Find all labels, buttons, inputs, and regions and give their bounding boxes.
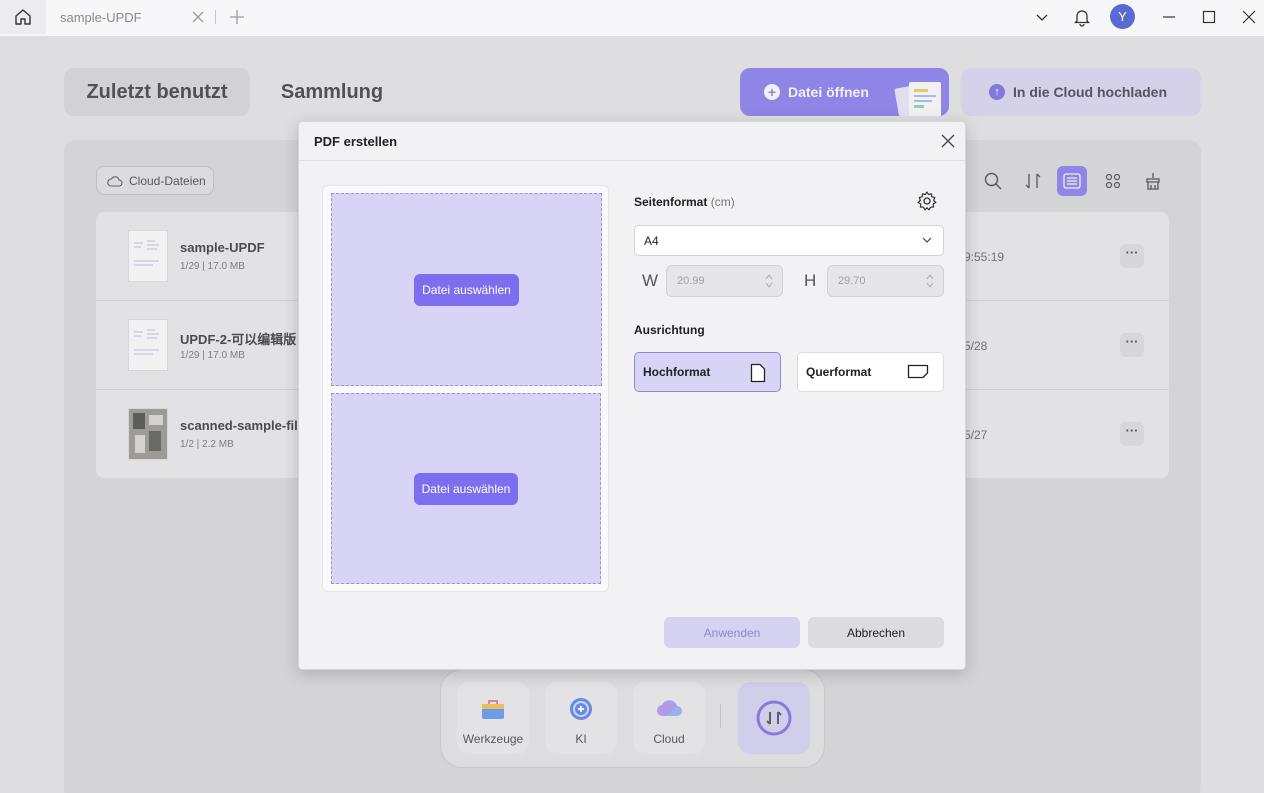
width-label: W [642,271,659,290]
file-drop-slot-2[interactable]: Datei auswählen [331,393,601,584]
apply-button[interactable]: Anwenden [664,617,800,648]
user-avatar[interactable]: Y [1110,4,1135,29]
file-drop-slot-1[interactable]: Datei auswählen [331,193,602,386]
tab-divider [215,10,216,24]
portrait-option[interactable]: Hochformat [634,352,781,392]
width-value: 20.99 [677,275,705,287]
dropdown-button[interactable] [1031,6,1053,28]
page-format-label: Seitenformat [634,195,708,209]
new-tab-icon[interactable] [228,8,246,26]
spinner-arrows-icon[interactable] [925,272,935,290]
close-icon[interactable] [939,132,957,150]
document-tab-title: sample-UPDF [60,9,142,25]
page-format-select[interactable]: A4 [634,225,944,256]
height-label: H [804,271,817,290]
page-format-heading: Seitenformat (cm) [634,195,735,209]
minimize-icon [1163,16,1175,18]
landscape-label: Querformat [806,365,872,379]
maximize-button[interactable] [1198,6,1220,28]
landscape-option[interactable]: Querformat [797,352,944,392]
chevron-down-icon [1036,14,1048,21]
maximize-icon [1202,10,1216,24]
avatar-letter: Y [1118,9,1127,24]
dialog-title: PDF erstellen [314,134,398,149]
page-preview-panel: Datei auswählen Datei auswählen [322,185,609,592]
chevron-down-icon [922,237,932,243]
home-button[interactable] [0,0,46,34]
home-icon [15,9,31,25]
bell-icon [1073,10,1091,27]
minimize-button[interactable] [1158,6,1180,28]
page-format-value: A4 [644,233,659,248]
dialog-divider [299,160,965,161]
portrait-label: Hochformat [643,365,711,379]
choose-file-button-1[interactable]: Datei auswählen [414,273,519,306]
title-bar: sample-UPDF Y [0,0,1264,36]
close-tab-icon[interactable] [190,9,206,25]
portrait-page-icon [750,363,766,383]
landscape-page-icon [907,364,929,379]
create-pdf-dialog: PDF erstellen Datei auswählen Datei ausw… [298,121,966,670]
spinner-arrows-icon[interactable] [764,272,774,290]
orientation-heading: Ausrichtung [634,323,705,337]
gear-icon[interactable] [916,190,938,212]
choose-file-button-2[interactable]: Datei auswählen [413,472,519,505]
window-close-button[interactable] [1238,6,1260,28]
width-input[interactable]: 20.99 [666,265,783,297]
page-format-unit: (cm) [710,195,735,209]
height-value: 29.70 [838,275,866,287]
document-tab[interactable]: sample-UPDF [48,0,218,34]
height-input[interactable]: 29.70 [827,265,944,297]
cancel-button[interactable]: Abbrechen [808,617,944,648]
notifications-button[interactable] [1071,6,1093,28]
close-icon [1242,10,1256,24]
